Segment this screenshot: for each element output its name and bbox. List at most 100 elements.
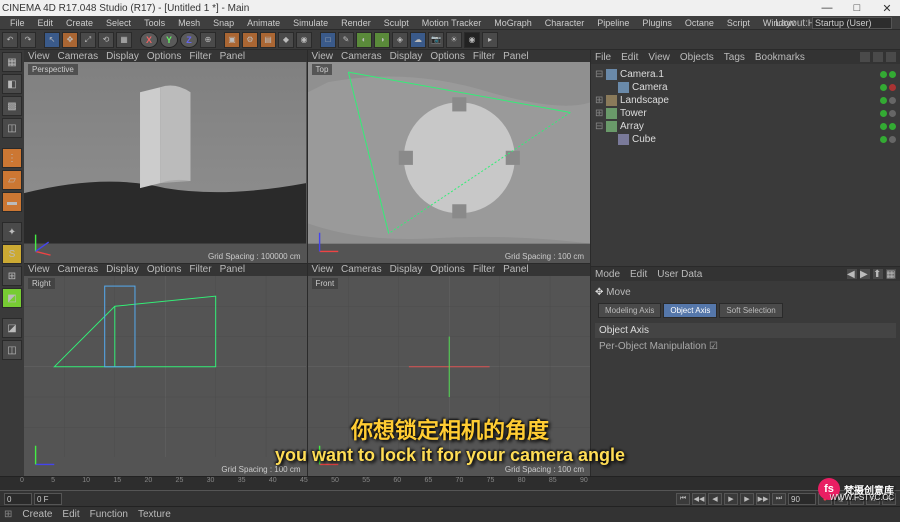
menu-octane[interactable]: Octane [679, 18, 720, 28]
panel-icon[interactable] [886, 52, 896, 62]
tree-item-name[interactable]: Array [620, 121, 877, 132]
pen-tool-icon[interactable]: ✎ [338, 32, 354, 48]
recent-tool-icon[interactable]: ▦ [116, 32, 132, 48]
vp-cameras[interactable]: Cameras [341, 264, 382, 275]
object-tree[interactable]: ⊟Camera.1Camera⊞Landscape⊞Tower⊟ArrayCub… [591, 64, 900, 150]
tree-row[interactable]: ⊟ Array [595, 120, 896, 133]
close-button[interactable]: ✕ [876, 1, 898, 15]
tree-row[interactable]: ⊟Camera.1 [595, 68, 896, 81]
tree-row[interactable]: Cube [595, 133, 896, 146]
panel-icon[interactable] [860, 52, 870, 62]
tl-end[interactable] [788, 493, 816, 505]
vp-display[interactable]: Display [106, 264, 139, 275]
vp-filter[interactable]: Filter [189, 264, 211, 275]
visibility-dot[interactable] [880, 71, 887, 78]
tool-icon-1[interactable]: ◆ [278, 32, 294, 48]
viewport-right[interactable]: ViewCamerasDisplayOptionsFilterPanel Rig… [24, 264, 307, 477]
visibility-dot[interactable] [880, 136, 887, 143]
coord-system-icon[interactable]: ⊕ [200, 32, 216, 48]
tl-current[interactable] [34, 493, 62, 505]
menu-render[interactable]: Render [335, 18, 377, 28]
menu-snap[interactable]: Snap [207, 18, 240, 28]
tree-item-name[interactable]: Tower [620, 108, 877, 119]
render-view-icon[interactable]: ▣ [224, 32, 240, 48]
obj-tab-edit[interactable]: Edit [621, 52, 638, 63]
generator-icon[interactable]: ◑ [374, 32, 390, 48]
menu-file[interactable]: File [4, 18, 31, 28]
vp-options[interactable]: Options [430, 51, 464, 62]
workplane-snap-icon[interactable]: ◩ [2, 288, 22, 308]
menu-mograph[interactable]: MoGraph [488, 18, 538, 28]
vp-view[interactable]: View [312, 264, 334, 275]
minimize-button[interactable]: — [816, 1, 838, 15]
vp-options[interactable]: Options [430, 264, 464, 275]
light-icon[interactable]: ☀ [446, 32, 462, 48]
menu-plugins[interactable]: Plugins [636, 18, 678, 28]
vp-filter[interactable]: Filter [473, 264, 495, 275]
tool-icon-2[interactable]: ◉ [296, 32, 312, 48]
menu-script[interactable]: Script [721, 18, 756, 28]
mat-edit[interactable]: Edit [62, 509, 79, 520]
menu-simulate[interactable]: Simulate [287, 18, 334, 28]
z-axis-button[interactable]: Z [180, 32, 198, 48]
vp-view[interactable]: View [312, 51, 334, 62]
tree-item-name[interactable]: Camera.1 [620, 69, 877, 80]
visibility-dot[interactable] [889, 97, 896, 104]
attr-soft-selection[interactable]: Soft Selection [719, 303, 782, 318]
menu-motion-tracker[interactable]: Motion Tracker [416, 18, 488, 28]
deformer-icon[interactable]: ◈ [392, 32, 408, 48]
tree-row[interactable]: ⊞Tower [595, 107, 896, 120]
texture-mode-icon[interactable]: ▩ [2, 96, 22, 116]
visibility-dot[interactable] [880, 123, 887, 130]
vp-display[interactable]: Display [106, 51, 139, 62]
visibility-dot[interactable] [889, 84, 896, 91]
attr-tab-userdata[interactable]: User Data [657, 269, 702, 280]
visibility-dot[interactable] [880, 84, 887, 91]
vp-filter[interactable]: Filter [473, 51, 495, 62]
points-mode-icon[interactable]: ⋮ [2, 148, 22, 168]
planar-workplane-icon[interactable]: ◫ [2, 340, 22, 360]
vp-options[interactable]: Options [147, 264, 181, 275]
vp-filter[interactable]: Filter [189, 51, 211, 62]
expand-icon[interactable]: ⊞ [595, 95, 603, 106]
render-settings-icon[interactable]: ⚙ [242, 32, 258, 48]
tl-start[interactable] [4, 493, 32, 505]
tree-row[interactable]: ⊞Landscape [595, 94, 896, 107]
panel-icon[interactable]: ⬆ [873, 269, 883, 279]
vp-display[interactable]: Display [390, 264, 423, 275]
vp-cameras[interactable]: Cameras [341, 51, 382, 62]
menu-edit[interactable]: Edit [32, 18, 60, 28]
menu-sculpt[interactable]: Sculpt [378, 18, 415, 28]
vp-panel[interactable]: Panel [220, 51, 246, 62]
nurbs-icon[interactable]: ◐ [356, 32, 372, 48]
mat-create[interactable]: Create [22, 509, 52, 520]
mat-texture[interactable]: Texture [138, 509, 171, 520]
redo-icon[interactable]: ↷ [20, 32, 36, 48]
attr-tab-mode[interactable]: Mode [595, 269, 620, 280]
environment-icon[interactable]: ☁ [410, 32, 426, 48]
vp-view[interactable]: View [28, 51, 50, 62]
menu-animate[interactable]: Animate [241, 18, 286, 28]
visibility-dot[interactable] [889, 71, 896, 78]
vp-cameras[interactable]: Cameras [58, 51, 99, 62]
vp-panel[interactable]: Panel [220, 264, 246, 275]
mat-function[interactable]: Function [90, 509, 128, 520]
scale-tool-icon[interactable]: ⤢ [80, 32, 96, 48]
octane-icon[interactable]: ◉ [464, 32, 480, 48]
expand-icon[interactable]: ⊟ [595, 121, 603, 132]
attr-modeling-axis[interactable]: Modeling Axis [598, 303, 661, 318]
rotate-tool-icon[interactable]: ⟲ [98, 32, 114, 48]
move-tool-icon[interactable]: ✥ [62, 32, 78, 48]
tree-item-name[interactable]: Cube [632, 134, 877, 145]
timeline-ruler[interactable]: 051015202530354045505560657075808590 [0, 477, 900, 491]
layout-input[interactable] [812, 17, 892, 29]
attr-row[interactable]: Per-Object Manipulation ☑ [595, 338, 896, 355]
menu-pipeline[interactable]: Pipeline [591, 18, 635, 28]
menu-character[interactable]: Character [539, 18, 591, 28]
tl-play-icon[interactable]: ▶ [724, 493, 738, 505]
tl-next-key-icon[interactable]: ▶▶ [756, 493, 770, 505]
vp-view[interactable]: View [28, 264, 50, 275]
menu-select[interactable]: Select [100, 18, 137, 28]
tl-prev-key-icon[interactable]: ◀◀ [692, 493, 706, 505]
obj-tab-view[interactable]: View [648, 52, 670, 63]
